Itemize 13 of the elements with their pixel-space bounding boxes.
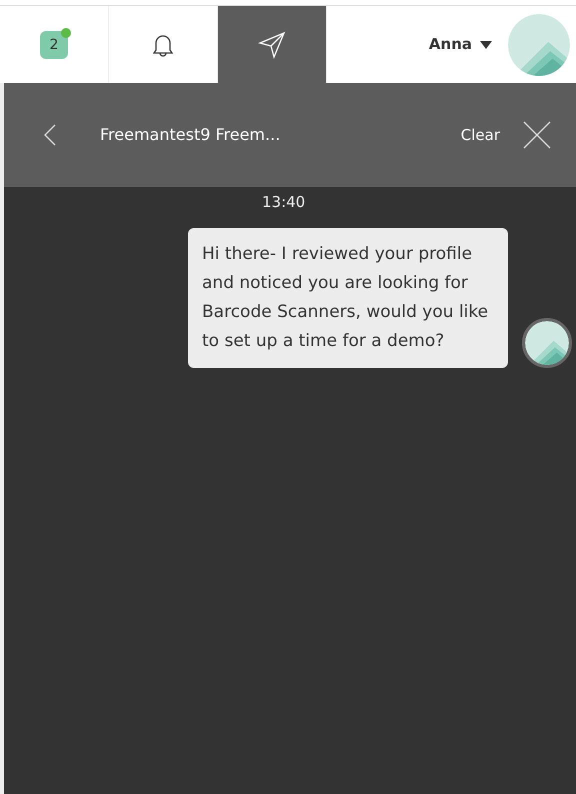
caret-icon: [480, 40, 492, 48]
avatar-icon: [522, 318, 572, 368]
count-badge: 2: [40, 30, 68, 58]
clear-button[interactable]: Clear: [460, 124, 500, 146]
send-icon: [258, 30, 286, 58]
message-bubble: Hi there- I reviewed your profile and noticed you are looking for Barcode Scanners, would you like to set up a time for a demo?: [188, 228, 508, 368]
nav-tab[interactable]: [218, 6, 327, 83]
close-icon: [523, 121, 551, 149]
close-button[interactable]: [522, 120, 552, 150]
chat-title: Freemantest9 Freem...: [100, 124, 280, 146]
message-time: 13:40: [262, 192, 306, 213]
back-icon: [44, 124, 56, 146]
user-menu[interactable]: Anna: [428, 33, 492, 56]
